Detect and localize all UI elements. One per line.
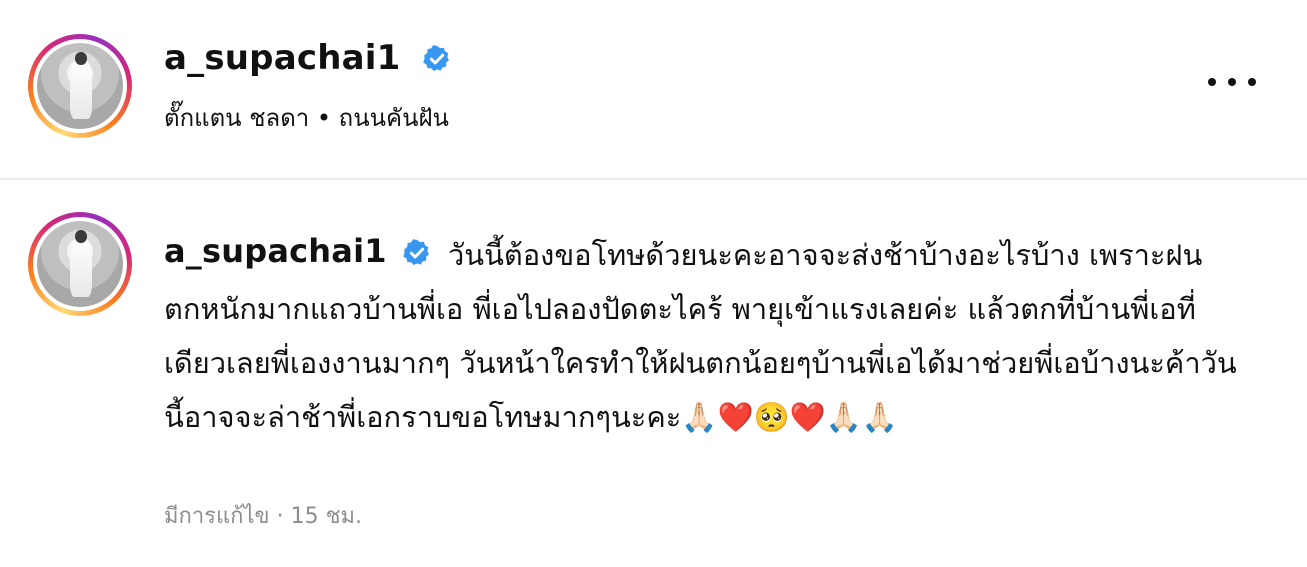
- post-meta: มีการแก้ไข · 15 ชม.: [164, 504, 362, 529]
- more-options-button[interactable]: [1208, 70, 1256, 94]
- profile-photo: [37, 43, 123, 129]
- post-subtitle[interactable]: ตั๊กแตน ชลดา • ถนนคันฝัน: [164, 98, 449, 137]
- dot-icon: [1228, 78, 1236, 86]
- profile-photo: [37, 221, 123, 307]
- author-avatar[interactable]: [28, 34, 132, 138]
- dot-icon: [1248, 78, 1256, 86]
- dot-icon: [1208, 78, 1216, 86]
- caption-username[interactable]: a_supachai1: [164, 232, 387, 270]
- divider: [0, 178, 1307, 180]
- post-frame: a_supachai1 ตั๊กแตน ชลดา • ถนนคันฝัน วัน…: [0, 0, 1307, 567]
- caption-avatar[interactable]: [28, 212, 132, 316]
- verified-badge-icon: [403, 239, 429, 265]
- post-header: a_supachai1 ตั๊กแตน ชลดา • ถนนคันฝัน: [0, 0, 1307, 178]
- verified-badge-icon: [423, 45, 449, 71]
- author-username[interactable]: a_supachai1: [164, 38, 400, 78]
